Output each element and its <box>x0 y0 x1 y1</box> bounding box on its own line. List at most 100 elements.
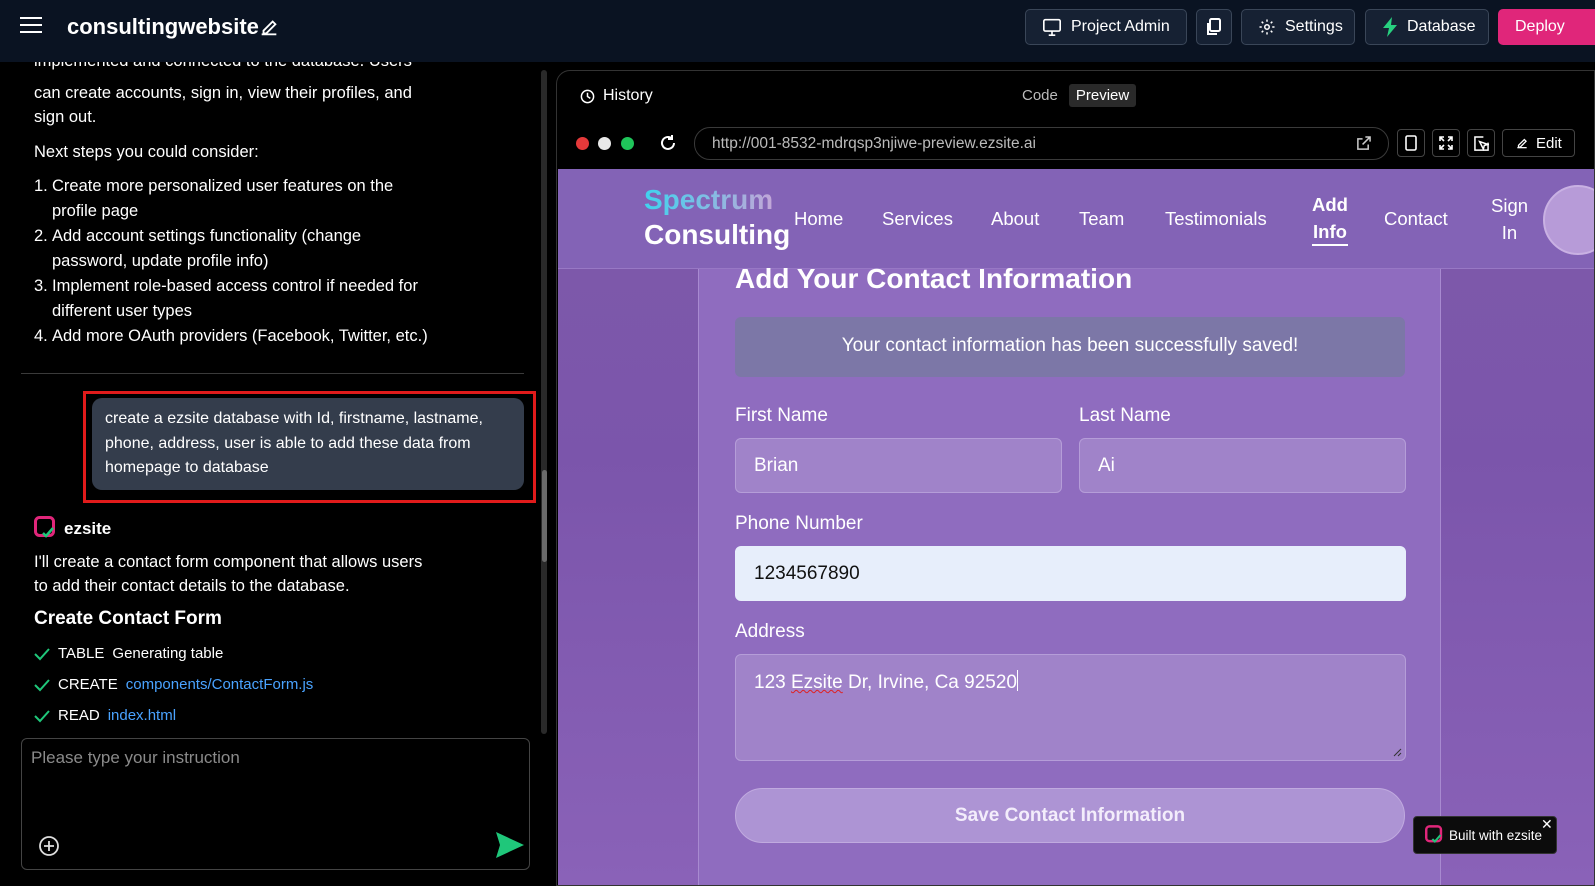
chat-panel: implemented and connected to the databas… <box>0 62 552 886</box>
chat-divider <box>21 373 524 374</box>
first-name-input[interactable]: Brian <box>735 438 1062 493</box>
mobile-icon <box>1405 135 1417 151</box>
save-contact-button[interactable]: Save Contact Information <box>735 788 1405 843</box>
site-preview: Spectrum Consulting Home Services About … <box>558 169 1594 885</box>
nav-contact[interactable]: Contact <box>1384 205 1448 232</box>
database-label: Database <box>1407 18 1476 35</box>
window-close-dot <box>576 137 589 150</box>
copy-button[interactable] <box>1196 9 1232 45</box>
phone-label: Phone Number <box>735 513 863 534</box>
project-admin-button[interactable]: Project Admin <box>1025 9 1187 45</box>
window-minimize-dot <box>598 137 611 150</box>
top-bar: consultingwebsite Project Admin Settings… <box>0 0 1595 62</box>
nav-services[interactable]: Services <box>882 205 953 232</box>
chat-text-intro-1: can create accounts, sign in, view their… <box>34 84 412 102</box>
copy-icon <box>1207 18 1221 35</box>
task-item: READ index.html <box>34 707 176 724</box>
settings-label: Settings <box>1285 18 1343 35</box>
nav-home[interactable]: Home <box>794 205 843 232</box>
assistant-name: ezsite <box>64 519 112 538</box>
chat-text-partial: implemented and connected to the databas… <box>34 62 412 77</box>
address-textarea[interactable]: 123 Ezsite Dr, Irvine, Ca 92520 <box>735 654 1406 761</box>
address-label: Address <box>735 621 805 642</box>
avatar[interactable] <box>1543 185 1594 255</box>
first-name-label: First Name <box>735 405 828 426</box>
database-button[interactable]: Database <box>1365 9 1489 45</box>
check-icon <box>34 709 50 722</box>
task-item: TABLE Generating table <box>34 645 223 662</box>
url-bar[interactable]: http://001-8532-mdrqsp3njiwe-preview.ezs… <box>694 127 1389 160</box>
bolt-icon <box>1383 17 1397 37</box>
list-item: 4. Add more OAuth providers (Facebook, Tw… <box>34 327 428 345</box>
chat-scrollbar[interactable] <box>541 70 547 734</box>
ezsite-logo-icon <box>1425 825 1443 844</box>
list-item: 1. Create more personalized user features… <box>34 177 394 220</box>
site-navbar: Spectrum Consulting Home Services About … <box>558 169 1594 269</box>
next-steps-list: 1. Create more personalized user features… <box>34 174 444 350</box>
deploy-button[interactable]: Deploy <box>1498 9 1595 45</box>
tab-preview[interactable]: Preview <box>1068 84 1137 107</box>
url-text: http://001-8532-mdrqsp3njiwe-preview.ezs… <box>712 135 1036 152</box>
pencil-icon[interactable] <box>258 16 280 38</box>
ezsite-logo-icon <box>34 516 55 538</box>
external-link-icon[interactable] <box>1356 136 1371 151</box>
nav-sign-in[interactable]: Sign In <box>1491 192 1528 246</box>
project-admin-label: Project Admin <box>1071 18 1170 35</box>
plus-circle-icon[interactable] <box>38 835 60 857</box>
assistant-reply-2: to add their contact details to the data… <box>34 577 350 595</box>
menu-icon[interactable] <box>20 17 42 37</box>
monitor-icon <box>1043 18 1061 36</box>
gear-icon <box>1259 19 1275 35</box>
success-message: Your contact information has been succes… <box>735 317 1405 377</box>
select-element-icon <box>1473 135 1489 151</box>
section-heading: Create Contact Form <box>34 608 222 629</box>
pencil-icon <box>1517 138 1527 149</box>
check-icon <box>34 678 50 691</box>
task-item: CREATE components/ContactForm.js <box>34 676 313 693</box>
form-title: Add Your Contact Information <box>735 263 1133 294</box>
reload-icon[interactable] <box>659 134 677 152</box>
next-steps-heading: Next steps you could consider: <box>34 143 259 161</box>
chat-scroll-thumb[interactable] <box>542 470 547 562</box>
edit-label: Edit <box>1536 134 1562 152</box>
chat-text-intro-2: sign out. <box>34 108 97 126</box>
phone-input[interactable]: 1234567890 <box>735 546 1406 601</box>
close-icon[interactable]: ✕ <box>1541 816 1553 833</box>
edit-button[interactable]: Edit <box>1502 129 1575 157</box>
contact-form-card: Add Your Contact Information Your contac… <box>698 263 1441 885</box>
view-tabs: Code Preview <box>1015 84 1137 107</box>
check-icon <box>34 647 50 660</box>
settings-button[interactable]: Settings <box>1241 9 1355 45</box>
file-link[interactable]: components/ContactForm.js <box>126 676 314 693</box>
preview-panel: History Code Preview http://001-8532-mdr… <box>556 70 1595 886</box>
assistant-reply-1: I'll create a contact form component tha… <box>34 553 423 571</box>
site-brand-line1[interactable]: Spectrum <box>644 184 773 216</box>
built-with-ezsite-badge[interactable]: Built with ezsite <box>1413 816 1557 854</box>
select-element-button[interactable] <box>1467 129 1495 157</box>
nav-add-info[interactable]: Add Info <box>1312 191 1348 246</box>
window-maximize-dot <box>621 137 634 150</box>
last-name-input[interactable]: Ai <box>1079 438 1406 493</box>
list-item: 3. Implement role-based access control if… <box>34 277 418 320</box>
fullscreen-icon <box>1439 136 1453 150</box>
user-message: create a ezsite database with Id, firstn… <box>92 398 524 490</box>
project-title: consultingwebsite <box>67 14 259 39</box>
fullscreen-button[interactable] <box>1432 129 1460 157</box>
mobile-view-button[interactable] <box>1397 129 1425 157</box>
list-item: 2. Add account settings functionality (ch… <box>34 227 362 270</box>
deploy-label: Deploy <box>1515 18 1565 35</box>
nav-team[interactable]: Team <box>1079 205 1124 232</box>
nav-testimonials[interactable]: Testimonials <box>1165 205 1267 232</box>
history-icon <box>580 89 595 103</box>
badge-label: Built with ezsite <box>1449 827 1543 843</box>
history-label: History <box>603 87 653 104</box>
last-name-label: Last Name <box>1079 405 1171 426</box>
history-button[interactable]: History <box>580 87 653 105</box>
send-icon[interactable] <box>495 831 525 859</box>
nav-about[interactable]: About <box>991 205 1039 232</box>
file-link[interactable]: index.html <box>108 707 176 724</box>
chat-input-placeholder: Please type your instruction <box>31 748 240 767</box>
tab-code[interactable]: Code <box>1015 84 1065 107</box>
site-brand-line2[interactable]: Consulting <box>644 219 790 251</box>
chat-instruction-input[interactable]: Please type your instruction <box>21 738 530 870</box>
